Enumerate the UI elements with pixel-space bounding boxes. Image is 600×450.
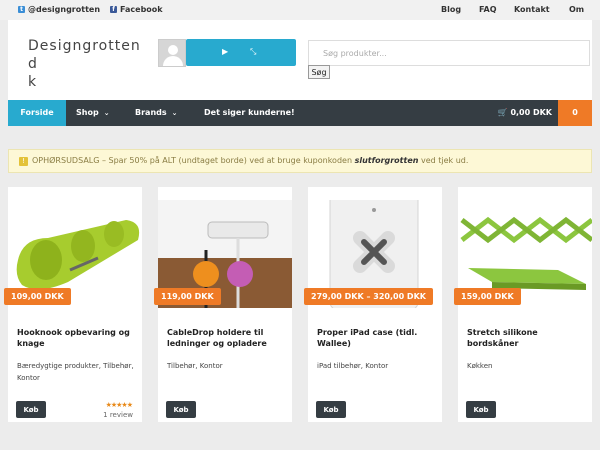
avatar-body-shape bbox=[163, 56, 183, 66]
sale-notice: ! OPHØRSUDSALG – Spar 50% på ALT (undtage… bbox=[8, 149, 592, 173]
expand-icon[interactable]: ⤡ bbox=[250, 47, 256, 57]
nav-item-det-siger-kunderne[interactable]: Det siger kunderne! bbox=[204, 100, 295, 126]
cart-icon: 🛒 bbox=[497, 108, 508, 117]
site-header: Designgrotten d k ▶ ⤡ Søg bbox=[8, 20, 592, 100]
product-price: 119,00 DKK bbox=[154, 288, 221, 305]
cart-count-badge[interactable]: 0 bbox=[558, 100, 592, 126]
avatar bbox=[158, 39, 186, 67]
nav-label-forside: Forside bbox=[20, 108, 54, 117]
avatar-head-shape bbox=[168, 45, 178, 55]
nav-label-kunderne: Det siger kunderne! bbox=[204, 108, 295, 117]
notice-text-before: OPHØRSUDSALG – Spar 50% på ALT (undtaget… bbox=[32, 156, 355, 165]
cart-total[interactable]: 🛒 0,00 DKK bbox=[498, 100, 552, 126]
product-categories[interactable]: Bæredygtige produkter, Tilbehør, Kontor bbox=[17, 360, 137, 384]
search-button[interactable]: Søg bbox=[308, 65, 330, 79]
product-title[interactable]: Stretch silikone bordskåner bbox=[467, 327, 591, 349]
product-categories[interactable]: Køkken bbox=[467, 360, 587, 372]
rating-stars: ★★★★★ bbox=[105, 401, 133, 409]
product-card-hooknook: 109,00 DKK Hooknook opbevaring og knage … bbox=[4, 187, 142, 422]
product-card-stretch: 159,00 DKK Stretch silikone bordskåner K… bbox=[454, 187, 592, 422]
product-price: 279,00 DKK – 320,00 DKK bbox=[304, 288, 433, 305]
search-input[interactable] bbox=[308, 40, 590, 66]
buy-button[interactable]: Køb bbox=[166, 401, 196, 418]
top-bar: t @designgrotten f Facebook Blog FAQ Kon… bbox=[0, 0, 600, 20]
om-link[interactable]: Om bbox=[569, 5, 584, 14]
chevron-down-icon: ⌄ bbox=[103, 109, 110, 117]
facebook-link[interactable]: f Facebook bbox=[110, 5, 163, 14]
kontakt-link[interactable]: Kontakt bbox=[514, 5, 550, 14]
review-count[interactable]: 1 review bbox=[103, 411, 133, 419]
logo-text: Designgrotten d k bbox=[28, 38, 141, 90]
warning-icon: ! bbox=[19, 157, 28, 166]
nav-item-brands[interactable]: Brands ⌄ bbox=[135, 100, 178, 126]
audio-player[interactable]: ▶ ⤡ bbox=[186, 39, 296, 66]
product-categories[interactable]: iPad tilbehør, Kontor bbox=[317, 360, 437, 372]
product-card-proper-ipad: 279,00 DKK – 320,00 DKK Proper iPad case… bbox=[304, 187, 442, 422]
product-title[interactable]: Hooknook opbevaring og knage bbox=[17, 327, 141, 349]
facebook-icon: f bbox=[110, 6, 118, 13]
nav-label-shop: Shop bbox=[76, 108, 99, 117]
product-price: 109,00 DKK bbox=[4, 288, 71, 305]
nav-item-shop[interactable]: Shop ⌄ bbox=[76, 100, 110, 126]
speaker-icon[interactable]: ▶ bbox=[222, 47, 228, 56]
notice-text-after: ved tjek ud. bbox=[418, 156, 469, 165]
product-card-cabledrop: 119,00 DKK CableDrop holdere til ledning… bbox=[154, 187, 292, 422]
social-links: t @designgrotten f Facebook bbox=[18, 5, 163, 14]
facebook-label: Facebook bbox=[120, 5, 163, 14]
product-title[interactable]: Proper iPad case (tidl. Wallee) bbox=[317, 327, 441, 349]
blog-link[interactable]: Blog bbox=[441, 5, 461, 14]
twitter-label: @designgrotten bbox=[28, 5, 101, 14]
cart-total-label: 0,00 DKK bbox=[510, 108, 552, 117]
twitter-icon: t bbox=[18, 6, 25, 13]
product-categories[interactable]: Tilbehør, Kontor bbox=[167, 360, 287, 372]
site-logo[interactable]: Designgrotten d k bbox=[28, 37, 148, 91]
product-title[interactable]: CableDrop holdere til ledninger og oplad… bbox=[167, 327, 291, 349]
buy-button[interactable]: Køb bbox=[466, 401, 496, 418]
twitter-link[interactable]: t @designgrotten bbox=[18, 5, 100, 14]
coupon-code: slutforgrotten bbox=[354, 156, 419, 165]
buy-button[interactable]: Køb bbox=[316, 401, 346, 418]
product-price: 159,00 DKK bbox=[454, 288, 521, 305]
main-nav: Forside Shop ⌄ Brands ⌄ Det siger kunderne… bbox=[8, 100, 592, 126]
faq-link[interactable]: FAQ bbox=[479, 5, 497, 14]
buy-button[interactable]: Køb bbox=[16, 401, 46, 418]
nav-label-brands: Brands bbox=[135, 108, 167, 117]
nav-item-forside[interactable]: Forside bbox=[8, 100, 66, 126]
chevron-down-icon: ⌄ bbox=[171, 109, 178, 117]
